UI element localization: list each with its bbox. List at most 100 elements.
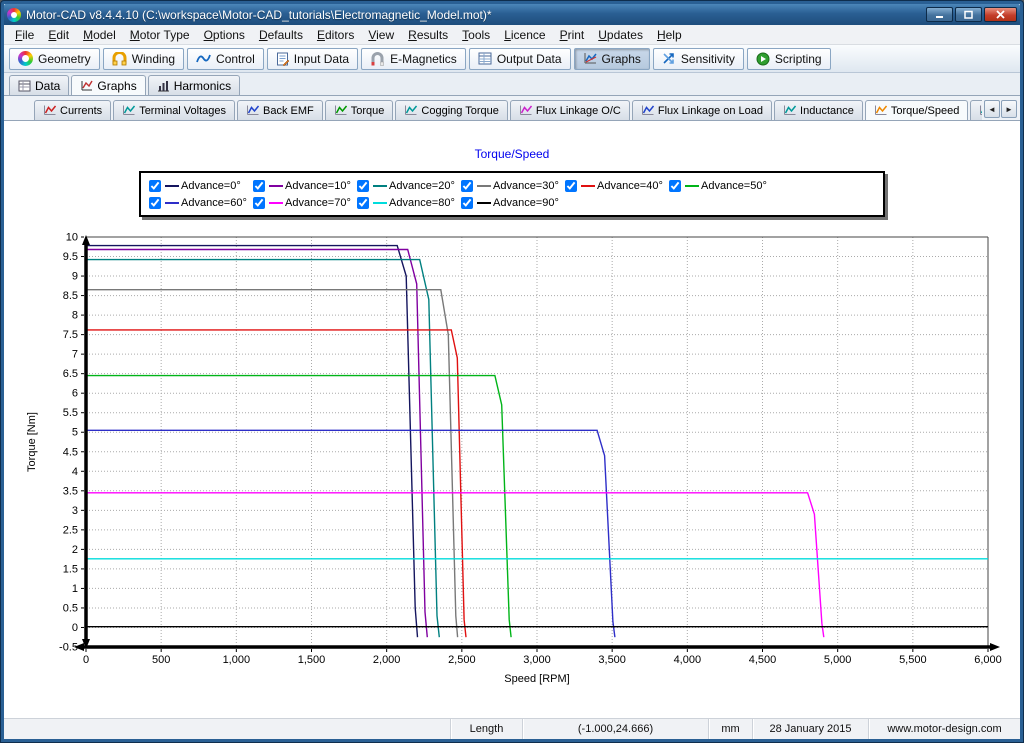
- menu-item-options[interactable]: Options: [197, 26, 252, 44]
- output-data-icon: [478, 52, 492, 65]
- menu-item-updates[interactable]: Updates: [591, 26, 650, 44]
- legend-item-advance-60[interactable]: Advance=60°: [149, 194, 253, 211]
- legend-checkbox[interactable]: [253, 180, 265, 192]
- toolbar-button-e-magnetics[interactable]: E-Magnetics: [361, 48, 466, 70]
- menu-item-motor-type[interactable]: Motor Type: [123, 26, 197, 44]
- torque-speed-chart: 05001,0001,5002,0002,5003,0003,5004,0004…: [22, 229, 1002, 689]
- legend-item-advance-50[interactable]: Advance=50°: [669, 177, 773, 194]
- x-tick-label: 6,000: [974, 654, 1002, 666]
- tab-inductance[interactable]: Inductance: [774, 100, 863, 120]
- tab-power[interactable]: Power: [970, 100, 982, 120]
- legend-checkbox[interactable]: [149, 197, 161, 209]
- toolbar-button-sensitivity[interactable]: Sensitivity: [653, 48, 744, 70]
- toolbar-button-label: Winding: [132, 52, 175, 66]
- legend-item-advance-90[interactable]: Advance=90°: [461, 194, 565, 211]
- menu-item-help[interactable]: Help: [650, 26, 689, 44]
- y-tick-label: 1: [72, 583, 78, 595]
- x-tick-label: 1,000: [223, 654, 251, 666]
- tab-label: Cogging Torque: [421, 105, 498, 117]
- chart-icon: [979, 105, 982, 116]
- toolbar-button-graphs[interactable]: Graphs: [574, 48, 650, 70]
- menu-item-licence[interactable]: Licence: [497, 26, 552, 44]
- legend-checkbox[interactable]: [461, 197, 473, 209]
- menu-item-view[interactable]: View: [361, 26, 401, 44]
- toolbar-button-output-data[interactable]: Output Data: [469, 48, 571, 70]
- tab-torque[interactable]: Torque: [325, 100, 394, 120]
- legend-checkbox[interactable]: [357, 180, 369, 192]
- toolbar-button-label: Output Data: [497, 52, 562, 66]
- menu-item-results[interactable]: Results: [401, 26, 455, 44]
- legend-checkbox[interactable]: [253, 197, 265, 209]
- toolbar-button-input-data[interactable]: Input Data: [267, 48, 358, 70]
- menu-item-model[interactable]: Model: [76, 26, 123, 44]
- tab-terminal-voltages[interactable]: Terminal Voltages: [113, 100, 235, 120]
- y-tick-label: 2: [72, 544, 78, 556]
- toolbar: Geometry Winding Control Input DataE-Magnet…: [4, 45, 1020, 73]
- maximize-button[interactable]: [955, 7, 982, 22]
- y-tick-label: 6: [72, 388, 78, 400]
- legend-label: Advance=10°: [285, 180, 351, 192]
- graphs-tab-strip: CurrentsTerminal VoltagesBack EMF Torque C…: [34, 100, 982, 120]
- x-axis-title: Speed [RPM]: [504, 673, 569, 685]
- menu-item-edit[interactable]: Edit: [41, 26, 76, 44]
- x-tick-label: 2,000: [373, 654, 401, 666]
- legend-line-sample: [165, 202, 179, 204]
- tab-scroll-right-button[interactable]: ►: [1001, 100, 1017, 118]
- sensitivity-icon: [662, 52, 676, 65]
- tab-scroll-buttons: ◄ ►: [984, 100, 1017, 118]
- toolbar-button-geometry[interactable]: Geometry: [9, 48, 100, 70]
- toolbar-button-label: Control: [216, 52, 255, 66]
- minimize-button[interactable]: [926, 7, 953, 22]
- toolbar-button-control[interactable]: Control: [187, 48, 264, 70]
- x-tick-label: 0: [83, 654, 89, 666]
- menu-item-editors[interactable]: Editors: [310, 26, 361, 44]
- tab-back-emf[interactable]: Back EMF: [237, 100, 323, 120]
- y-tick-label: 7: [72, 349, 78, 361]
- x-tick-label: 1,500: [298, 654, 326, 666]
- tab-cogging-torque[interactable]: Cogging Torque: [395, 100, 507, 120]
- tab-label: Torque: [351, 105, 385, 117]
- legend-item-advance-10[interactable]: Advance=10°: [253, 177, 357, 194]
- series-advance-30: [86, 290, 458, 638]
- legend-item-advance-20[interactable]: Advance=20°: [357, 177, 461, 194]
- y-tick-label: -0.5: [59, 642, 78, 654]
- toolbar-button-label: Sensitivity: [681, 52, 735, 66]
- x-tick-label: 4,500: [749, 654, 777, 666]
- tab-flux-linkage-o-c[interactable]: Flux Linkage O/C: [510, 100, 630, 120]
- legend-checkbox[interactable]: [149, 180, 161, 192]
- legend-line-sample: [373, 202, 387, 204]
- chart-canvas[interactable]: 05001,0001,5002,0002,5003,0003,5004,0004…: [22, 229, 1002, 692]
- legend-checkbox[interactable]: [461, 180, 473, 192]
- status-units: mm: [708, 719, 752, 739]
- toolbar-button-winding[interactable]: Winding: [103, 48, 184, 70]
- input-data-icon: [276, 52, 289, 66]
- menu-item-print[interactable]: Print: [553, 26, 592, 44]
- x-tick-label: 4,000: [674, 654, 702, 666]
- graphs-tab-bar: CurrentsTerminal VoltagesBack EMF Torque C…: [4, 96, 1020, 121]
- legend-item-advance-30[interactable]: Advance=30°: [461, 177, 565, 194]
- legend-checkbox[interactable]: [357, 197, 369, 209]
- tab-label: Harmonics: [174, 79, 231, 93]
- close-button[interactable]: [984, 7, 1017, 22]
- graphs-tab-icon: [80, 80, 93, 92]
- tab-data[interactable]: Data: [9, 75, 69, 95]
- menu-item-defaults[interactable]: Defaults: [252, 26, 310, 44]
- tab-harmonics[interactable]: Harmonics: [148, 75, 240, 95]
- legend-item-advance-0[interactable]: Advance=0°: [149, 177, 253, 194]
- tab-graphs[interactable]: Graphs: [71, 75, 145, 95]
- legend-item-advance-70[interactable]: Advance=70°: [253, 194, 357, 211]
- menu-item-tools[interactable]: Tools: [455, 26, 497, 44]
- title-bar[interactable]: Motor-CAD v8.4.4.10 (C:\workspace\Motor-…: [4, 4, 1020, 25]
- toolbar-button-scripting[interactable]: Scripting: [747, 48, 831, 70]
- chart-icon: [404, 105, 417, 116]
- tab-flux-linkage-on-load[interactable]: Flux Linkage on Load: [632, 100, 772, 120]
- menu-item-file[interactable]: File: [8, 26, 41, 44]
- tab-torque-speed[interactable]: Torque/Speed: [865, 100, 969, 120]
- tab-currents[interactable]: Currents: [34, 100, 111, 120]
- legend-item-advance-80[interactable]: Advance=80°: [357, 194, 461, 211]
- legend-checkbox[interactable]: [669, 180, 681, 192]
- legend-checkbox[interactable]: [565, 180, 577, 192]
- legend-line-sample: [165, 185, 179, 187]
- legend-item-advance-40[interactable]: Advance=40°: [565, 177, 669, 194]
- tab-scroll-left-button[interactable]: ◄: [984, 100, 1000, 118]
